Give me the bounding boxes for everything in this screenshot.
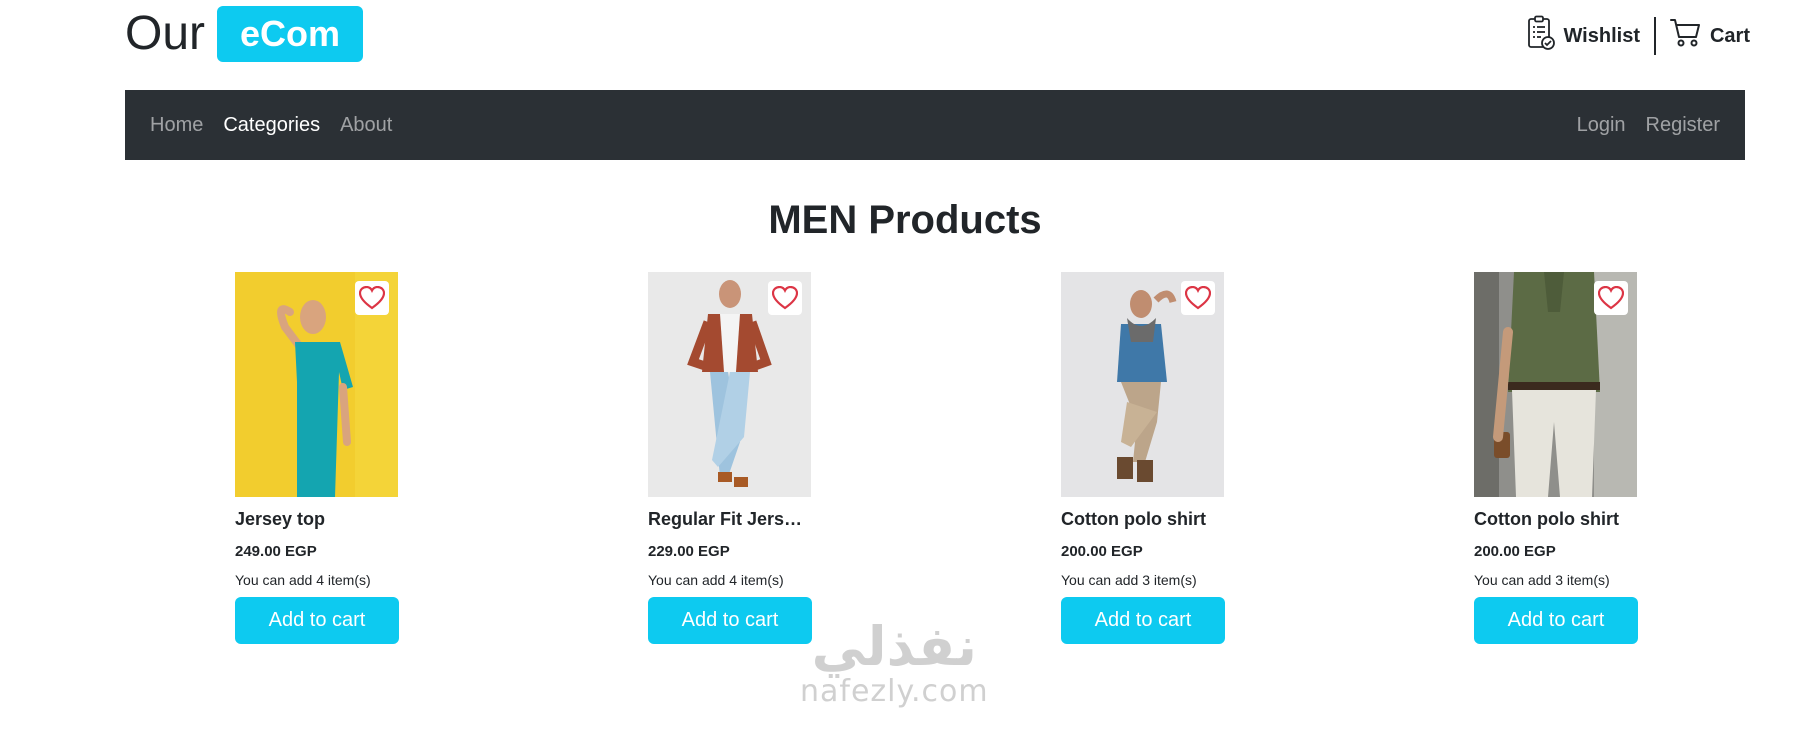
heart-icon [772,286,798,310]
product-stock: You can add 4 item(s) [235,572,371,588]
wishlist-label: Wishlist [1563,24,1640,47]
product-image[interactable] [1061,272,1224,497]
heart-icon [1185,286,1211,310]
nav-left-links: Home Categories About [150,114,392,137]
nav-register[interactable]: Register [1646,114,1720,137]
nav-right-links: Login Register [1577,114,1720,137]
logo[interactable]: Our eCom [125,6,364,62]
product-stock: You can add 3 item(s) [1061,572,1197,588]
product-image[interactable] [235,272,398,497]
add-to-cart-button[interactable]: Add to cart [1474,597,1638,644]
add-to-cart-button[interactable]: Add to cart [235,597,399,644]
heart-icon [359,286,385,310]
heart-icon [1598,286,1624,310]
watermark: نفذلي nafezly.com [800,615,989,710]
product-price: 200.00 EGP [1474,543,1556,560]
cart-link[interactable]: Cart [1669,18,1750,54]
watermark-arabic: نفذلي [811,615,977,678]
product-card: Cotton polo shirt 200.00 EGP You can add… [1061,272,1225,644]
logo-text: Our [125,7,206,60]
logo-badge: eCom [217,6,364,62]
product-price: 229.00 EGP [648,543,730,560]
nav-login[interactable]: Login [1577,114,1626,137]
cart-label: Cart [1709,24,1750,47]
header-actions: Wishlist Cart [1527,15,1750,57]
header-divider [1653,17,1656,55]
add-to-cart-button[interactable]: Add to cart [1061,597,1225,644]
add-to-cart-button[interactable]: Add to cart [648,597,812,644]
main-navbar: Home Categories About Login Register [125,90,1745,160]
product-card: Jersey top 249.00 EGP You can add 4 item… [235,272,399,644]
product-name[interactable]: Jersey top [235,509,399,530]
product-name[interactable]: Cotton polo shirt [1474,509,1638,530]
wishlist-button[interactable] [768,281,802,315]
wishlist-link[interactable]: Wishlist [1527,15,1640,57]
nav-categories[interactable]: Categories [223,114,320,137]
wishlist-button[interactable] [1594,281,1628,315]
wishlist-button[interactable] [355,281,389,315]
product-name[interactable]: Cotton polo shirt [1061,509,1225,530]
cart-icon [1669,18,1702,54]
product-stock: You can add 4 item(s) [648,572,784,588]
nav-home[interactable]: Home [150,114,203,137]
product-name[interactable]: Regular Fit Jersey shirt [648,509,812,530]
watermark-latin: nafezly.com [800,674,989,709]
product-price: 249.00 EGP [235,543,317,560]
product-image[interactable] [648,272,811,497]
nav-about[interactable]: About [340,114,392,137]
wishlist-icon [1527,15,1556,57]
wishlist-button[interactable] [1181,281,1215,315]
product-image[interactable] [1474,272,1637,497]
product-stock: You can add 3 item(s) [1474,572,1610,588]
page-title: MEN Products [768,198,1042,242]
product-price: 200.00 EGP [1061,543,1143,560]
product-card: Cotton polo shirt 200.00 EGP You can add… [1474,272,1638,644]
product-card: Regular Fit Jersey shirt 229.00 EGP You … [648,272,812,644]
